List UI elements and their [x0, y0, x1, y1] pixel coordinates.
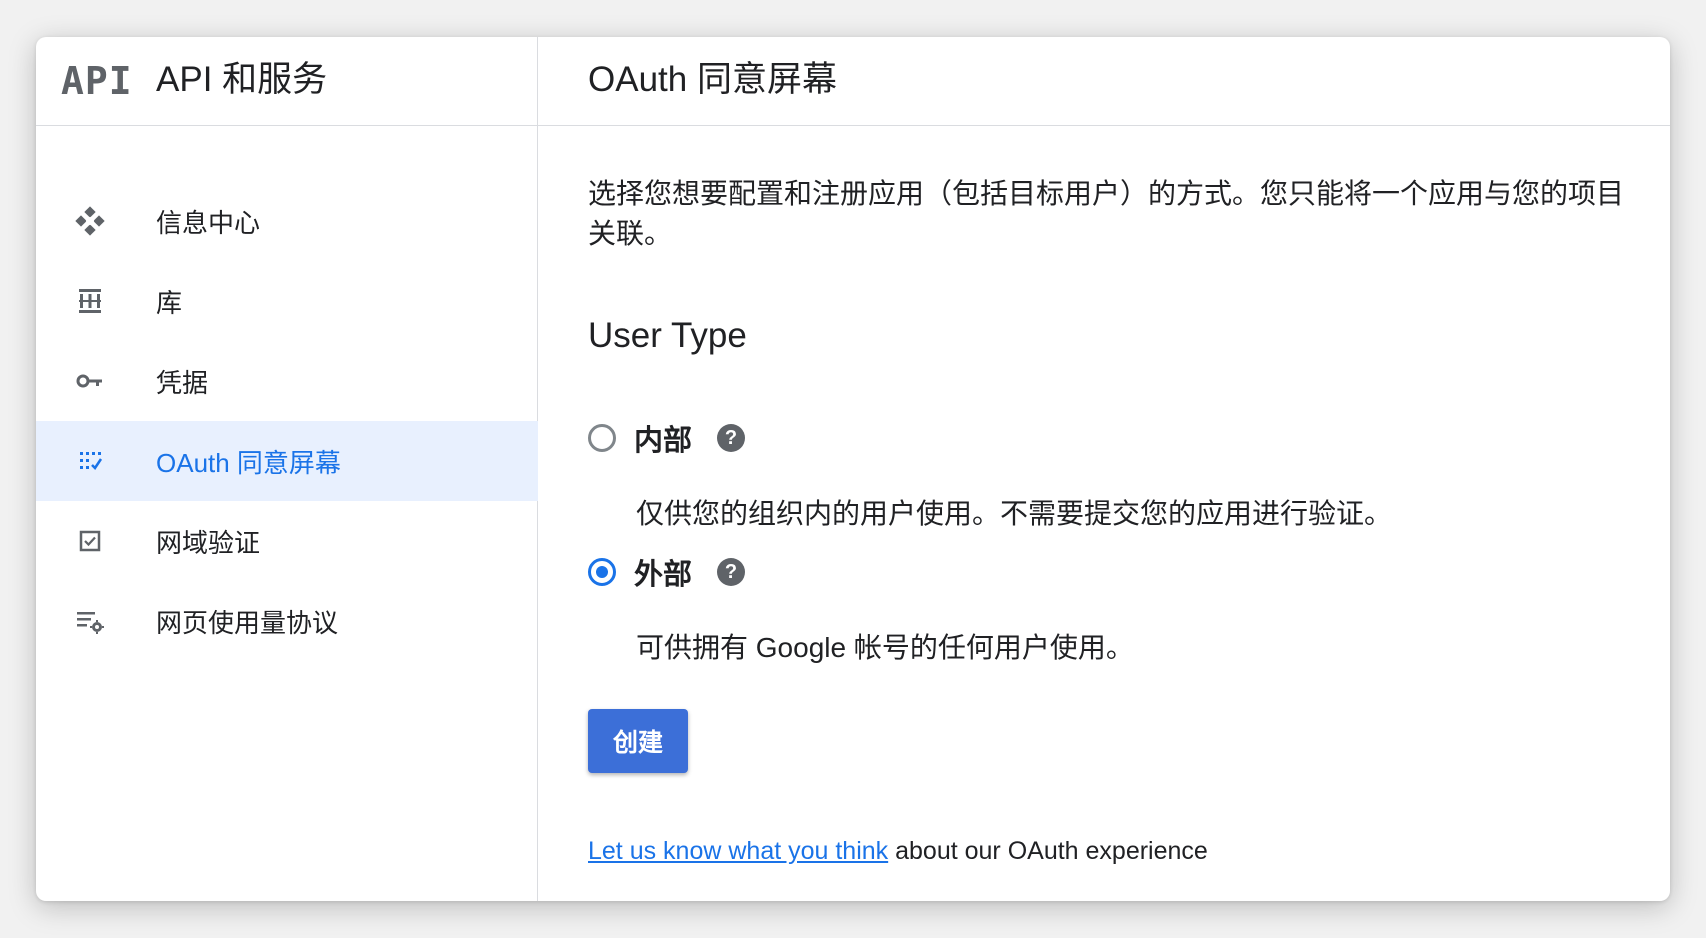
- page-title: OAuth 同意屏幕: [588, 60, 837, 99]
- checkbox-icon: [74, 525, 106, 557]
- sidebar-item-dashboard[interactable]: 信息中心: [36, 181, 538, 261]
- api-logo: API: [61, 59, 133, 103]
- sidebar-item-label: 网域验证: [156, 527, 261, 558]
- settings-list-icon: [74, 605, 106, 637]
- help-icon[interactable]: ?: [717, 558, 746, 586]
- sidebar-item-domain-verification[interactable]: 网域验证: [36, 501, 538, 581]
- feedback-link[interactable]: Let us know what you think: [588, 837, 888, 865]
- radio-description-external: 可供拥有 Google 帐号的任何用户使用。: [636, 632, 1134, 663]
- library-icon: [74, 285, 106, 317]
- feedback-text: about our OAuth experience: [888, 837, 1208, 865]
- sidebar-item-label: OAuth 同意屏幕: [156, 447, 341, 478]
- sidebar-item-label: 信息中心: [156, 207, 261, 238]
- key-icon: [74, 365, 106, 397]
- sidebar-item-credentials[interactable]: 凭据: [36, 341, 538, 421]
- radio-internal[interactable]: [588, 424, 616, 452]
- radio-option-external[interactable]: 外部 ?: [588, 551, 746, 593]
- sidebar-item-page-usage-agreements[interactable]: 网页使用量协议: [36, 581, 538, 661]
- radio-option-internal[interactable]: 内部 ?: [588, 417, 746, 459]
- sidebar-title: API 和服务: [156, 60, 328, 99]
- sidebar-header: API API 和服务: [36, 37, 537, 126]
- sidebar-item-label: 凭据: [156, 367, 209, 398]
- radio-label-internal[interactable]: 内部: [634, 417, 692, 459]
- sidebar-nav: 信息中心 库 凭据 OAuth 同意屏幕 网域验证 网页使用量协议: [36, 181, 538, 661]
- app-window: API API 和服务 信息中心 库 凭据 OAuth 同意屏幕 网域验证 网页…: [36, 37, 1670, 901]
- oauth-consent-icon: [74, 445, 106, 477]
- sidebar: API API 和服务 信息中心 库 凭据 OAuth 同意屏幕 网域验证 网页…: [36, 37, 538, 901]
- user-type-heading: User Type: [588, 316, 747, 355]
- radio-external[interactable]: [588, 558, 616, 586]
- sidebar-item-library[interactable]: 库: [36, 261, 538, 341]
- dashboard-icon: [74, 205, 106, 237]
- main-header: OAuth 同意屏幕: [538, 37, 1670, 126]
- feedback-line: Let us know what you think about our OAu…: [588, 837, 1208, 866]
- radio-label-external[interactable]: 外部: [634, 551, 692, 593]
- create-button[interactable]: 创建: [588, 709, 688, 773]
- sidebar-item-label: 库: [156, 287, 183, 318]
- sidebar-item-label: 网页使用量协议: [156, 607, 339, 638]
- page-description: 选择您想要配置和注册应用（包括目标用户）的方式。您只能将一个应用与您的项目关联。: [588, 178, 1625, 249]
- main-content: OAuth 同意屏幕 选择您想要配置和注册应用（包括目标用户）的方式。您只能将一…: [538, 37, 1670, 901]
- sidebar-item-oauth-consent[interactable]: OAuth 同意屏幕: [36, 421, 538, 501]
- help-icon[interactable]: ?: [717, 424, 746, 452]
- radio-description-internal: 仅供您的组织内的用户使用。不需要提交您的应用进行验证。: [636, 498, 1393, 529]
